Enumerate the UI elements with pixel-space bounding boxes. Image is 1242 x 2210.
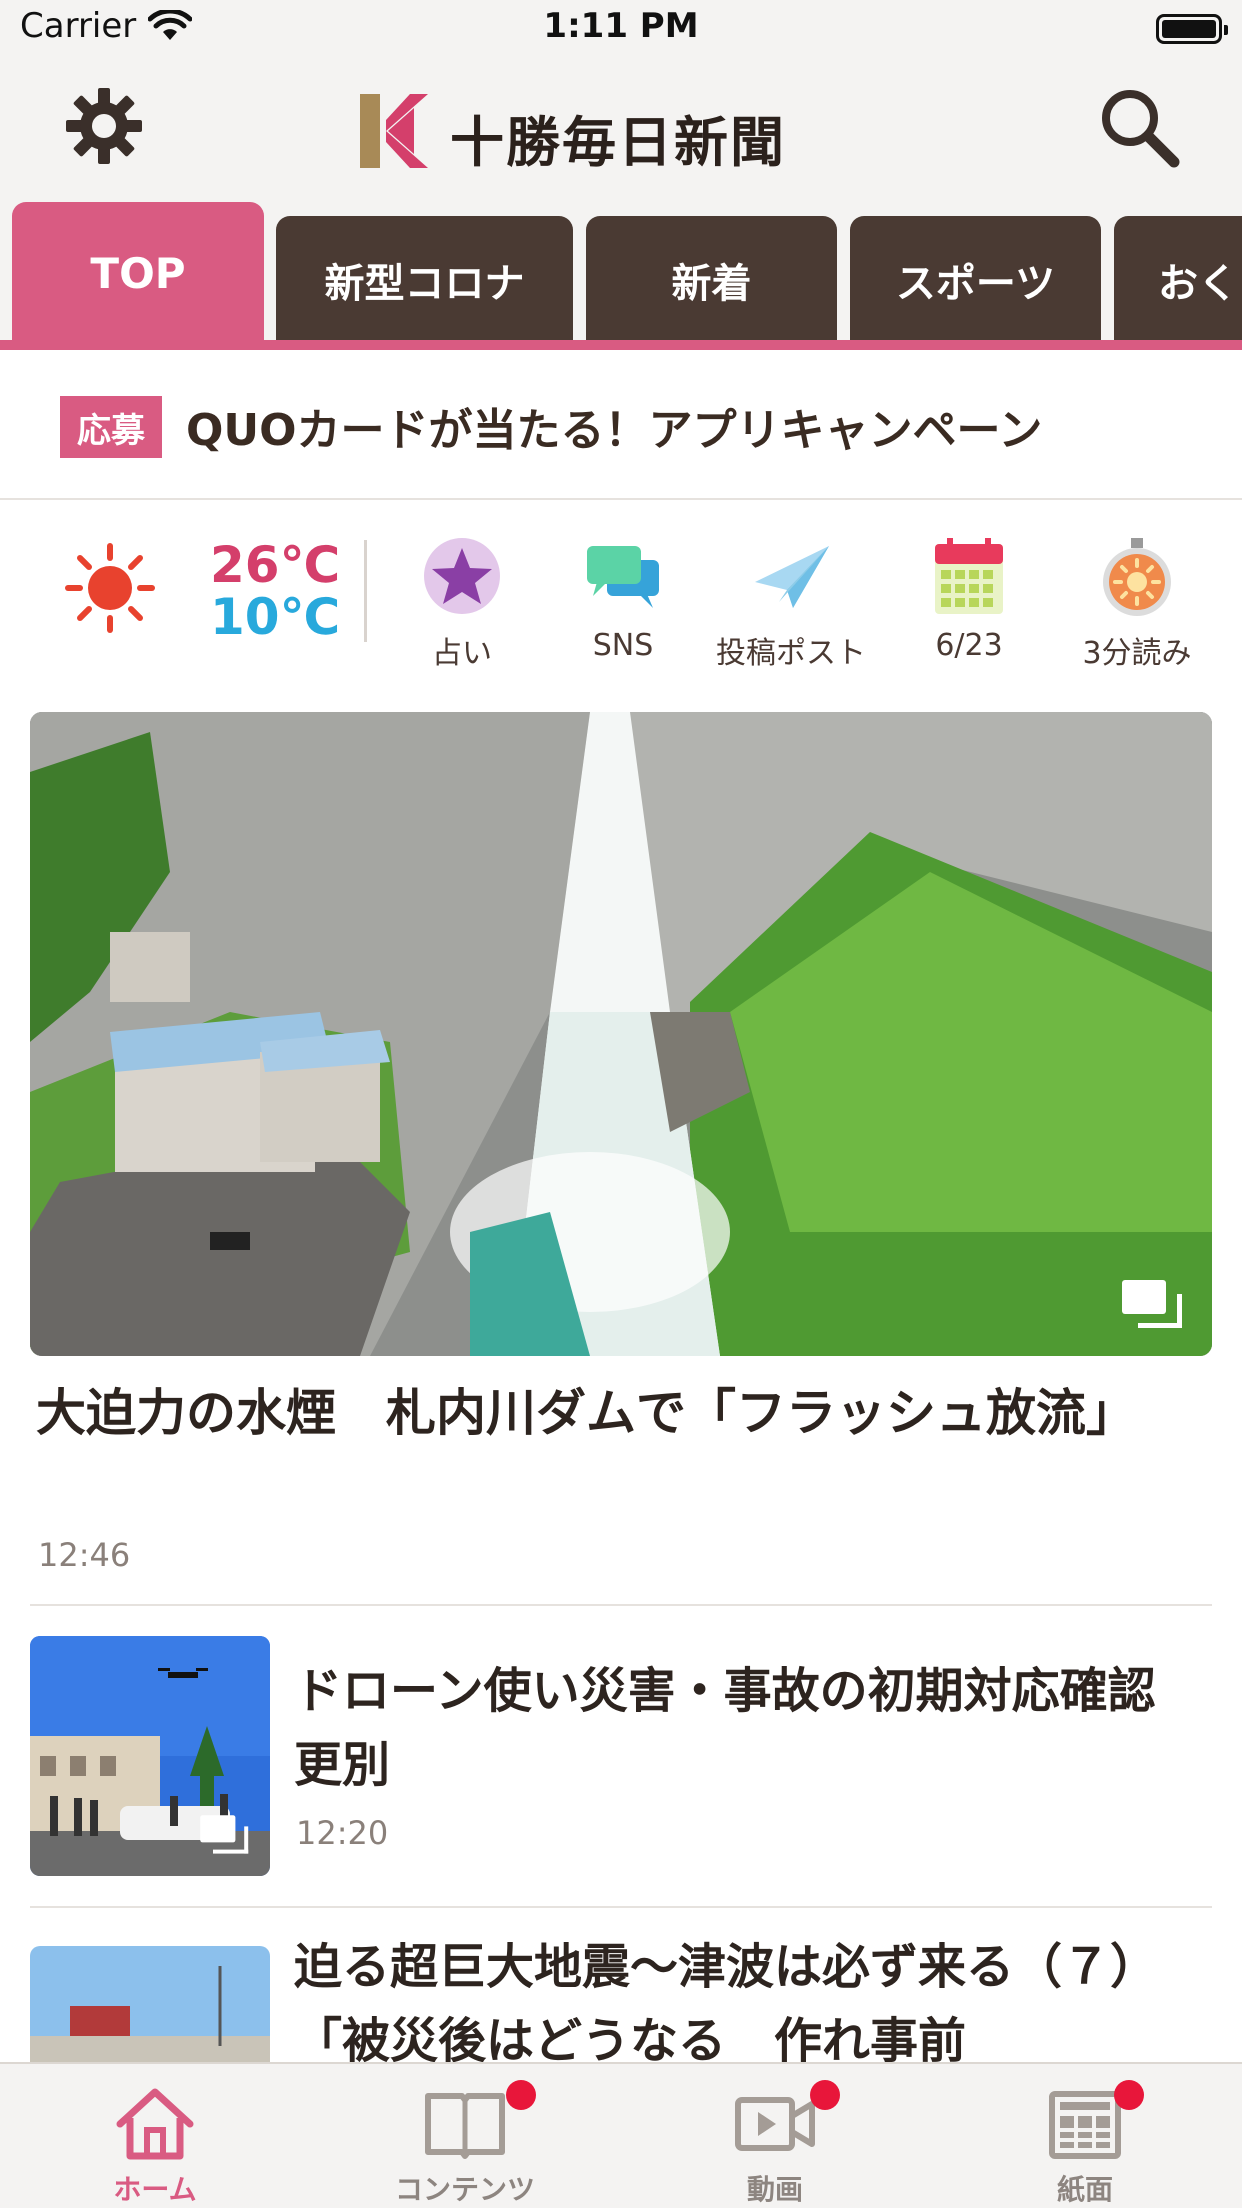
quick-links-row: 26℃ 10℃ 占い SNS 投稿ポスト 6/23 3分読み <box>0 500 1242 690</box>
quick-link-calendar[interactable]: 6/23 <box>884 536 1054 676</box>
hero-time: 12:46 <box>38 1536 131 1574</box>
temperature-high: 26℃ <box>210 536 341 594</box>
nav-paper[interactable]: 紙面 <box>930 2064 1240 2210</box>
nav-label: ホーム <box>113 2173 197 2206</box>
logo-text: 十勝毎日新聞 <box>450 110 786 174</box>
quick-link-fortune[interactable]: 占い <box>377 536 547 676</box>
quick-link-3min[interactable]: 3分読み <box>1052 536 1222 676</box>
hero-image[interactable] <box>30 712 1212 1356</box>
app-header: 十勝毎日新聞 <box>0 62 1242 202</box>
tab-sports[interactable]: スポーツ <box>850 216 1101 344</box>
fortune-star-icon <box>424 538 500 614</box>
tab-new[interactable]: 新着 <box>586 216 837 344</box>
nav-home[interactable]: ホーム <box>0 2064 310 2210</box>
quick-link-label: SNS <box>592 628 654 663</box>
gallery-icon <box>200 1815 250 1857</box>
status-bar: Carrier 1:11 PM <box>0 0 1242 62</box>
battery-icon <box>1156 14 1228 44</box>
tab-okuyami[interactable]: おく <box>1114 216 1242 344</box>
notification-badge <box>506 2080 536 2110</box>
notification-badge <box>810 2080 840 2110</box>
sun-icon[interactable] <box>64 542 156 634</box>
nav-label: 動画 <box>746 2173 803 2206</box>
calendar-icon <box>935 538 1003 614</box>
paper-plane-icon <box>755 546 829 608</box>
article-divider <box>30 1604 1212 1606</box>
nav-contents[interactable]: コンテンツ <box>310 2064 620 2210</box>
clock: 1:11 PM <box>543 6 699 46</box>
campaign-text: QUOカードが当たる！アプリキャンペーン <box>186 405 1043 456</box>
campaign-badge: 応募 <box>60 396 162 458</box>
logo-mark-icon <box>360 94 428 168</box>
weather-separator <box>364 540 367 642</box>
notification-badge <box>1114 2080 1144 2110</box>
hero-title[interactable]: 大迫力の水煙 札内川ダムで「フラッシュ放流」 <box>36 1378 1186 1448</box>
quick-link-label: 3分読み <box>1082 636 1192 671</box>
tab-top[interactable]: TOP <box>12 202 264 344</box>
tab-covid[interactable]: 新型コロナ <box>276 216 573 344</box>
tab-underline <box>0 340 1242 350</box>
chat-bubbles-icon <box>587 546 659 608</box>
article-title[interactable]: ドローン使い災害・事故の初期対応確認 更別 <box>294 1654 1214 1802</box>
article-thumbnail[interactable] <box>30 1636 270 1876</box>
video-icon <box>735 2097 815 2151</box>
quick-link-sns[interactable]: SNS <box>538 536 708 676</box>
book-icon <box>425 2093 505 2159</box>
article-title[interactable]: 迫る超巨大地震～津波は必ず来る（７）「被災後はどうなる 作れ事前 <box>294 1930 1214 2078</box>
home-icon <box>116 2088 194 2160</box>
campaign-banner[interactable]: 応募 QUOカードが当たる！アプリキャンペーン <box>0 350 1242 500</box>
app-logo: 十勝毎日新聞 <box>358 92 888 174</box>
nav-label: 紙面 <box>1056 2173 1113 2206</box>
nav-label: コンテンツ <box>394 2173 535 2206</box>
bottom-navigation: ホーム コンテンツ 動画 紙面 <box>0 2062 1242 2208</box>
temperature-low: 10℃ <box>210 588 341 646</box>
stopwatch-icon <box>1103 538 1171 616</box>
article-divider <box>30 1906 1212 1908</box>
article-time: 12:20 <box>296 1814 389 1852</box>
nav-video[interactable]: 動画 <box>620 2064 930 2210</box>
gallery-icon <box>1122 1280 1184 1332</box>
gear-icon[interactable] <box>62 84 146 168</box>
quick-link-post[interactable]: 投稿ポスト <box>706 536 876 676</box>
search-icon[interactable] <box>1094 82 1182 170</box>
quick-link-label: 6/23 <box>935 628 1003 663</box>
quick-link-label: 投稿ポスト <box>716 636 866 671</box>
category-tabs: TOP 新型コロナ 新着 スポーツ おく <box>0 202 1242 350</box>
dam-photo <box>30 712 1212 1356</box>
quick-link-label: 占い <box>432 636 492 671</box>
